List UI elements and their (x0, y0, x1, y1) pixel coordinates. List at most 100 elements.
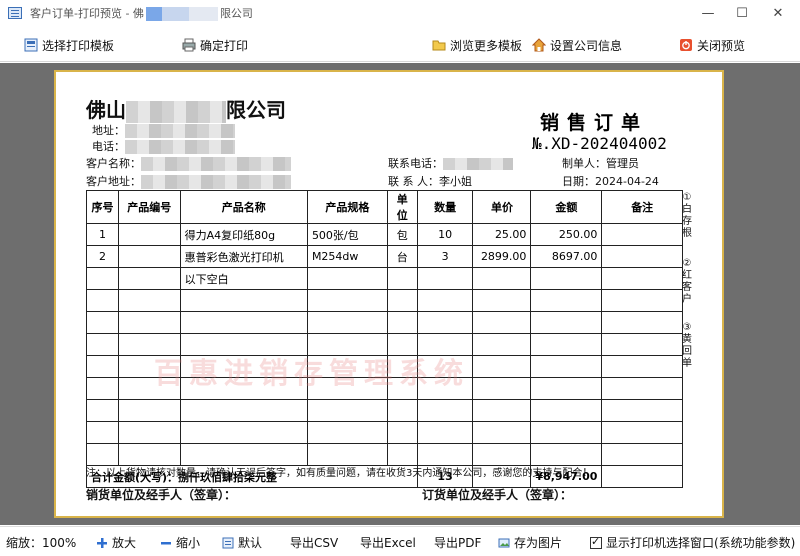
browse-templates-button[interactable]: 浏览更多模板 (432, 36, 522, 54)
app-icon (8, 7, 22, 19)
customer-name: 客户名称： (86, 155, 291, 171)
empty-cell (117, 399, 181, 422)
phone-label: 电话： (92, 140, 125, 153)
empty-cell (386, 421, 418, 444)
show-printer-dialog-checkbox[interactable]: 显示打印机选择窗口(系统功能参数) (590, 534, 795, 551)
empty-cell (86, 355, 119, 378)
redacted-mask (443, 158, 513, 170)
maximize-button[interactable]: ☐ (722, 0, 762, 26)
column-header: 产品编号 (117, 190, 181, 224)
table-row-blank (86, 443, 683, 466)
empty-cell (530, 377, 603, 400)
empty-cell (117, 443, 181, 466)
printer-icon (182, 38, 196, 52)
cell-spec (306, 267, 388, 290)
empty-cell (416, 289, 474, 312)
table-header-row: 序号 产品编号 产品名称 产品规格 单位 数量 单价 金额 备注 (86, 190, 683, 224)
minus-icon (160, 537, 172, 549)
cell-remark (601, 223, 683, 246)
zoom-in-label: 放大 (112, 536, 137, 550)
zoom-out-button[interactable]: 缩小 (160, 534, 200, 551)
cell-remark (601, 267, 683, 290)
cell-index: 1 (86, 223, 119, 246)
empty-cell (601, 399, 683, 422)
cell-spec: 500张/包 (306, 223, 388, 246)
customer-address: 客户地址： (86, 173, 291, 189)
close-button[interactable]: ✕ (758, 0, 798, 26)
redacted-mask (141, 175, 291, 189)
empty-cell (530, 443, 603, 466)
power-icon (679, 38, 693, 52)
empty-cell (86, 377, 119, 400)
empty-cell (472, 443, 532, 466)
order-date: 日期：2024-04-24 (562, 175, 659, 188)
empty-cell (86, 311, 119, 334)
close-preview-button[interactable]: 关闭预览 (679, 36, 745, 54)
plus-icon (96, 537, 108, 549)
select-template-button[interactable]: 选择打印模板 (24, 36, 114, 54)
empty-cell (306, 289, 388, 312)
empty-cell (530, 311, 603, 334)
empty-cell (530, 355, 603, 378)
watermark: 百惠进销存管理系统 (154, 356, 470, 390)
side-note-yellow: ③黄回单 (682, 322, 692, 369)
side-note-red: ②红客户 (682, 258, 692, 305)
cell-spec: M254dw (306, 245, 388, 268)
empty-cell (530, 399, 603, 422)
cell-product: 得力A4复印纸80g (179, 223, 308, 246)
cell-code (117, 245, 181, 268)
footer-note: 注：以上货物请核对数量，请确认无误后签字，如有质量问题，请在收货3天内通知本公司… (86, 468, 593, 479)
cell-qty: 3 (416, 245, 474, 268)
empty-cell (472, 377, 532, 400)
company-info-button[interactable]: 设置公司信息 (531, 36, 623, 54)
empty-cell (386, 311, 418, 334)
minimize-icon: — (701, 5, 715, 21)
creator: 制单人：管理员 (562, 157, 639, 170)
company-info-label: 设置公司信息 (550, 38, 623, 53)
cell-price (472, 267, 532, 290)
browse-templates-label: 浏览更多模板 (450, 38, 523, 53)
checkbox-checked-icon (590, 535, 602, 549)
export-csv-button[interactable]: 导出CSV (290, 534, 338, 551)
empty-cell (530, 333, 603, 356)
total-empty-cell (601, 465, 683, 488)
cell-amount: 250.00 (530, 223, 603, 246)
default-zoom-button[interactable]: 默认 (222, 534, 262, 551)
redacted-mask (126, 100, 226, 123)
image-icon (498, 537, 510, 549)
export-pdf-button[interactable]: 导出PDF (434, 534, 481, 551)
empty-cell (179, 311, 308, 334)
column-header: 单位 (386, 190, 418, 224)
cell-price: 25.00 (472, 223, 532, 246)
buyer-signature: 订货单位及经手人（签章）： (422, 488, 573, 502)
company-name: 佛山 限公司 (86, 94, 286, 123)
cell-product: 以下空白 (179, 267, 308, 290)
confirm-print-button[interactable]: 确定打印 (182, 36, 248, 54)
close-icon: ✕ (772, 5, 784, 21)
empty-cell (306, 443, 388, 466)
empty-cell (386, 289, 418, 312)
empty-cell (601, 289, 683, 312)
table-row: 以下空白 (86, 267, 683, 290)
preview-area[interactable]: 佛山 限公司 地址： 电话： 销售订单 №.XD-202404002 客户名称： … (0, 63, 800, 525)
redacted-mask (125, 140, 235, 154)
home-icon (531, 38, 547, 52)
empty-cell (472, 333, 532, 356)
empty-cell (117, 311, 181, 334)
save-image-label: 存为图片 (514, 536, 563, 550)
save-image-button[interactable]: 存为图片 (498, 534, 562, 551)
window-title-suffix: 限公司 (219, 7, 253, 20)
cell-amount (530, 267, 603, 290)
table-row: 1 得力A4复印纸80g 500张/包 包 10 25.00 250.00 (86, 223, 683, 246)
document-number: №.XD-202404002 (532, 134, 667, 153)
column-header: 金额 (530, 190, 603, 224)
company-phone: 电话： (92, 138, 235, 154)
maximize-icon: ☐ (736, 5, 748, 21)
page-icon (222, 537, 234, 549)
export-excel-button[interactable]: 导出Excel (360, 534, 416, 551)
table-row-blank (86, 289, 683, 312)
empty-cell (472, 421, 532, 444)
column-header: 产品名称 (179, 190, 308, 224)
zoom-in-button[interactable]: 放大 (96, 534, 136, 551)
empty-cell (179, 443, 308, 466)
